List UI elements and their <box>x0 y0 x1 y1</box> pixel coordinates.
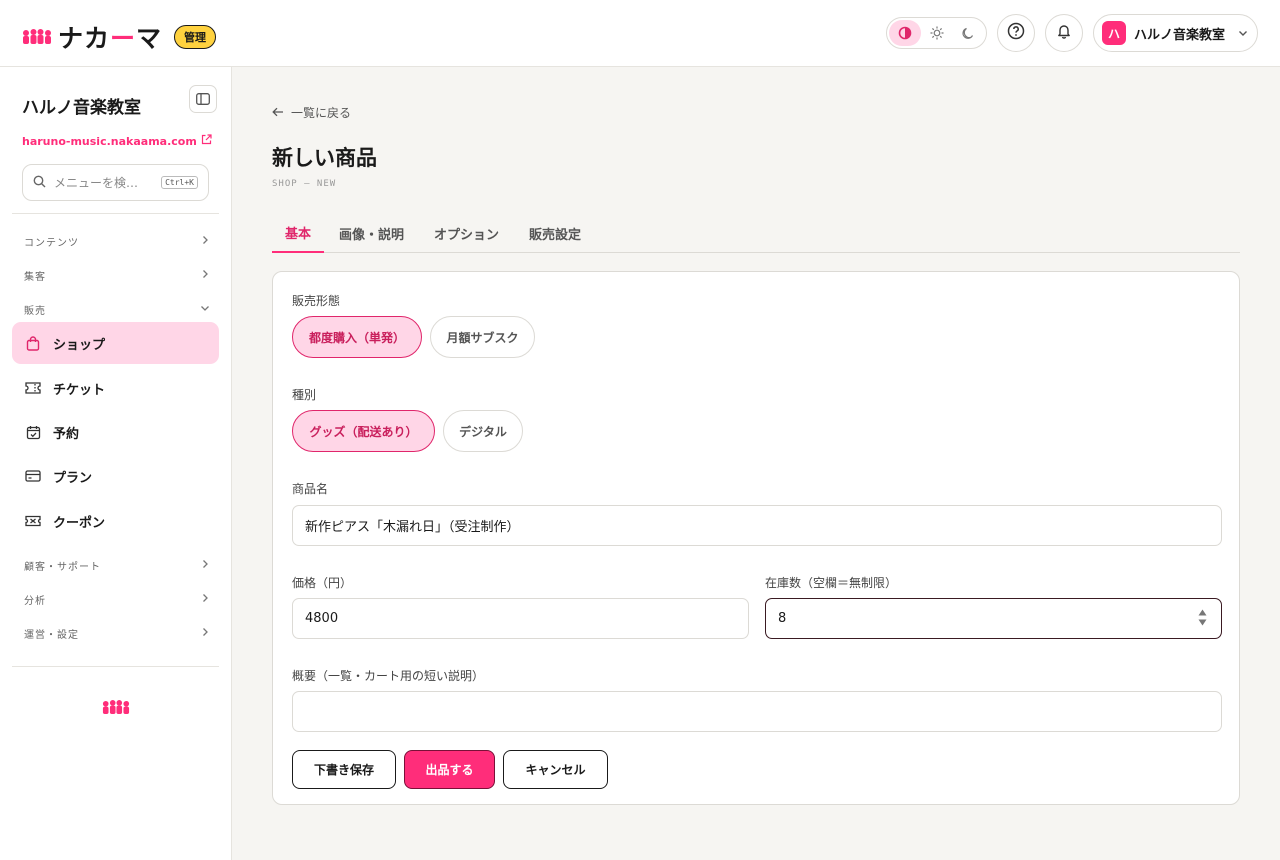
sidebar-item-shop[interactable]: ショップ <box>12 322 219 364</box>
back-to-list-link[interactable]: 一覧に戻る <box>272 104 351 121</box>
site-url-text: haruno-music.nakaama.com <box>22 134 197 148</box>
sidebar-divider <box>12 666 219 667</box>
chevron-down-icon <box>1237 24 1249 43</box>
tab-basic[interactable]: 基本 <box>272 214 325 253</box>
sales-type-subscription-option[interactable]: 月額サブスク <box>430 316 535 358</box>
theme-toggle <box>886 17 987 49</box>
search-icon <box>33 173 46 192</box>
form-tabs: 基本 画像・説明 オプション 販売設定 <box>272 214 1240 253</box>
account-menu-button[interactable]: ハ ハルノ音楽教室 <box>1093 14 1258 52</box>
external-link-icon <box>201 134 212 148</box>
sidebar-divider <box>12 213 219 214</box>
summary-input[interactable] <box>292 691 1222 732</box>
cancel-button[interactable]: キャンセル <box>503 750 608 789</box>
arrow-left-icon <box>272 106 284 120</box>
search-shortcut: Ctrl+K <box>161 176 198 189</box>
chevron-right-icon <box>200 269 210 282</box>
group-sales[interactable]: 販売 <box>24 300 210 318</box>
theme-dark-icon[interactable] <box>952 20 984 46</box>
group-customer-label: 顧客・サポート <box>24 561 101 573</box>
theme-auto-icon[interactable] <box>889 20 921 46</box>
bell-icon <box>1056 23 1072 43</box>
stock-label: 在庫数（空欄＝無制限） <box>765 576 898 590</box>
tab-options[interactable]: オプション <box>419 214 514 253</box>
admin-badge: 管理 <box>174 25 217 49</box>
account-name: ハルノ音楽教室 <box>1134 27 1226 43</box>
save-draft-button[interactable]: 下書き保存 <box>292 750 396 789</box>
menu-search-input[interactable]: メニューを検… Ctrl+K <box>22 164 209 201</box>
group-analytics[interactable]: 分析 <box>24 590 210 608</box>
group-contents[interactable]: コンテンツ <box>24 232 210 250</box>
stock-value: 8 <box>778 611 787 626</box>
brand-logo-icon <box>22 26 52 48</box>
footer-logo-icon <box>102 700 130 719</box>
calendar-check-icon <box>24 423 42 441</box>
sidebar-item-plan[interactable]: プラン <box>12 455 219 497</box>
stock-input[interactable]: 8 <box>765 598 1222 639</box>
notifications-button[interactable] <box>1045 14 1083 52</box>
credit-card-icon <box>24 467 42 485</box>
chevron-right-icon <box>200 593 210 606</box>
product-name-label: 商品名 <box>292 482 329 496</box>
group-settings[interactable]: 運営・設定 <box>24 624 210 642</box>
product-name-input[interactable]: 新作ピアス「木漏れ日」（受注制作） <box>292 505 1222 546</box>
sidebar-toggle-icon <box>196 90 210 109</box>
sidebar-item-label: 予約 <box>53 426 80 442</box>
price-input[interactable]: 4800 <box>292 598 749 639</box>
chevron-right-icon <box>200 627 210 640</box>
number-spinner-icon[interactable] <box>1198 609 1207 626</box>
group-analytics-label: 分析 <box>24 595 46 607</box>
theme-light-icon[interactable] <box>921 20 953 46</box>
kind-label: 種別 <box>292 388 317 402</box>
publish-button[interactable]: 出品する <box>404 750 495 789</box>
sidebar-collapse-button[interactable] <box>189 85 217 113</box>
ticket-icon <box>24 379 42 397</box>
kind-goods-option[interactable]: グッズ（配送あり） <box>292 410 435 452</box>
group-settings-label: 運営・設定 <box>24 629 79 641</box>
sidebar: ハルノ音楽教室 haruno-music.nakaama.com メニューを検…… <box>0 67 232 860</box>
sales-type-label: 販売形態 <box>292 294 341 308</box>
sidebar-item-coupon[interactable]: クーポン <box>12 500 219 542</box>
price-label: 価格（円） <box>292 576 353 590</box>
sidebar-item-label: ショップ <box>53 337 106 353</box>
group-marketing-label: 集客 <box>24 271 46 283</box>
sidebar-item-reservation[interactable]: 予約 <box>12 411 219 453</box>
summary-label: 概要（一覧・カート用の短い説明） <box>292 669 485 683</box>
group-marketing[interactable]: 集客 <box>24 266 210 284</box>
sales-type-one-time-option[interactable]: 都度購入（単発） <box>292 316 422 358</box>
search-placeholder: メニューを検… <box>54 176 139 190</box>
help-icon <box>1007 22 1025 44</box>
chevron-right-icon <box>200 559 210 572</box>
account-avatar: ハ <box>1102 21 1126 45</box>
chevron-right-icon <box>200 235 210 248</box>
help-button[interactable] <box>997 14 1035 52</box>
chevron-down-icon <box>200 303 210 316</box>
page-title: 新しい商品 <box>272 146 377 170</box>
top-header: ナカーマ 管理 ハ ハルノ音楽教室 <box>0 0 1280 67</box>
tab-image-description[interactable]: 画像・説明 <box>324 214 419 253</box>
page-subtitle: SHOP — NEW <box>272 179 337 189</box>
sidebar-title: ハルノ音楽教室 <box>22 98 141 118</box>
kind-digital-option[interactable]: デジタル <box>443 410 523 452</box>
shopping-bag-icon <box>24 334 42 352</box>
sidebar-item-label: プラン <box>53 470 93 486</box>
tab-sales-settings[interactable]: 販売設定 <box>514 214 596 253</box>
site-url-link[interactable]: haruno-music.nakaama.com <box>22 134 212 148</box>
group-sales-label: 販売 <box>24 305 46 317</box>
brand[interactable]: ナカーマ 管理 <box>22 19 217 55</box>
group-customer[interactable]: 顧客・サポート <box>24 556 210 574</box>
sidebar-item-label: クーポン <box>53 515 106 531</box>
group-contents-label: コンテンツ <box>24 237 79 249</box>
brand-name: ナカーマ <box>58 24 163 53</box>
product-form-card: 販売形態 都度購入（単発） 月額サブスク 種別 グッズ（配送あり） デジタル 商… <box>272 271 1240 805</box>
sidebar-item-label: チケット <box>53 382 106 398</box>
coupon-icon <box>24 512 42 530</box>
back-link-label: 一覧に戻る <box>291 106 352 120</box>
sidebar-item-ticket[interactable]: チケット <box>12 367 219 409</box>
